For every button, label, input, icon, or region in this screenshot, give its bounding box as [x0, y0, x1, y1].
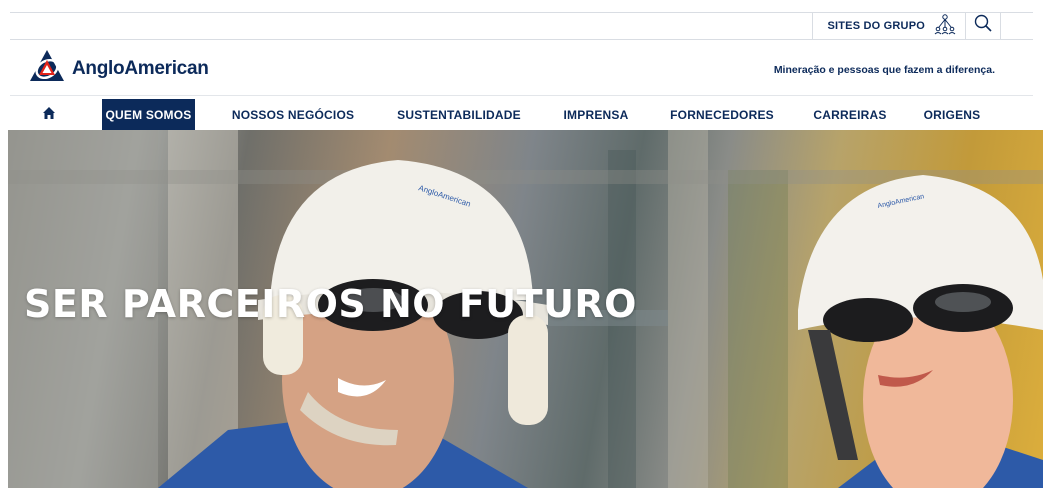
- utility-bar: SITES DO GRUPO: [0, 0, 1043, 40]
- hero-title: SER PARCEIROS NO FUTURO: [24, 282, 637, 326]
- sites-do-grupo-button[interactable]: SITES DO GRUPO: [812, 12, 965, 39]
- brand-header: AngloAmerican Mineração e pessoas que fa…: [0, 40, 1043, 96]
- home-button[interactable]: [38, 99, 60, 130]
- nav-sustentabilidade[interactable]: SUSTENTABILIDADE: [397, 99, 520, 130]
- search-button[interactable]: [965, 12, 1001, 39]
- anglo-american-logo: [28, 48, 66, 89]
- nav-fornecedores[interactable]: FORNECEDORES: [670, 99, 774, 130]
- nav-quem-somos[interactable]: QUEM SOMOS: [102, 99, 195, 130]
- hero-banner: AngloAmerican AngloAmerican SER PARCEIRO…: [8, 130, 1043, 488]
- main-navigation: QUEM SOMOS NOSSOS NEGÓCIOS SUSTENTABILID…: [0, 96, 1043, 130]
- sites-do-grupo-label: SITES DO GRUPO: [827, 19, 925, 32]
- nav-carreiras[interactable]: CARREIRAS: [812, 99, 888, 130]
- search-icon: [973, 13, 993, 38]
- network-people-icon: [933, 13, 957, 38]
- anglo-american-logo-link[interactable]: AngloAmerican: [28, 48, 209, 89]
- home-icon: [42, 106, 56, 123]
- nav-nossos-negocios[interactable]: NOSSOS NEGÓCIOS: [232, 99, 354, 130]
- nav-imprensa[interactable]: IMPRENSA: [562, 99, 630, 130]
- brand-name: AngloAmerican: [72, 57, 209, 79]
- nav-origens[interactable]: ORIGENS: [922, 99, 982, 130]
- utility-actions: SITES DO GRUPO: [812, 12, 1001, 39]
- tagline: Mineração e pessoas que fazem a diferenç…: [773, 64, 995, 76]
